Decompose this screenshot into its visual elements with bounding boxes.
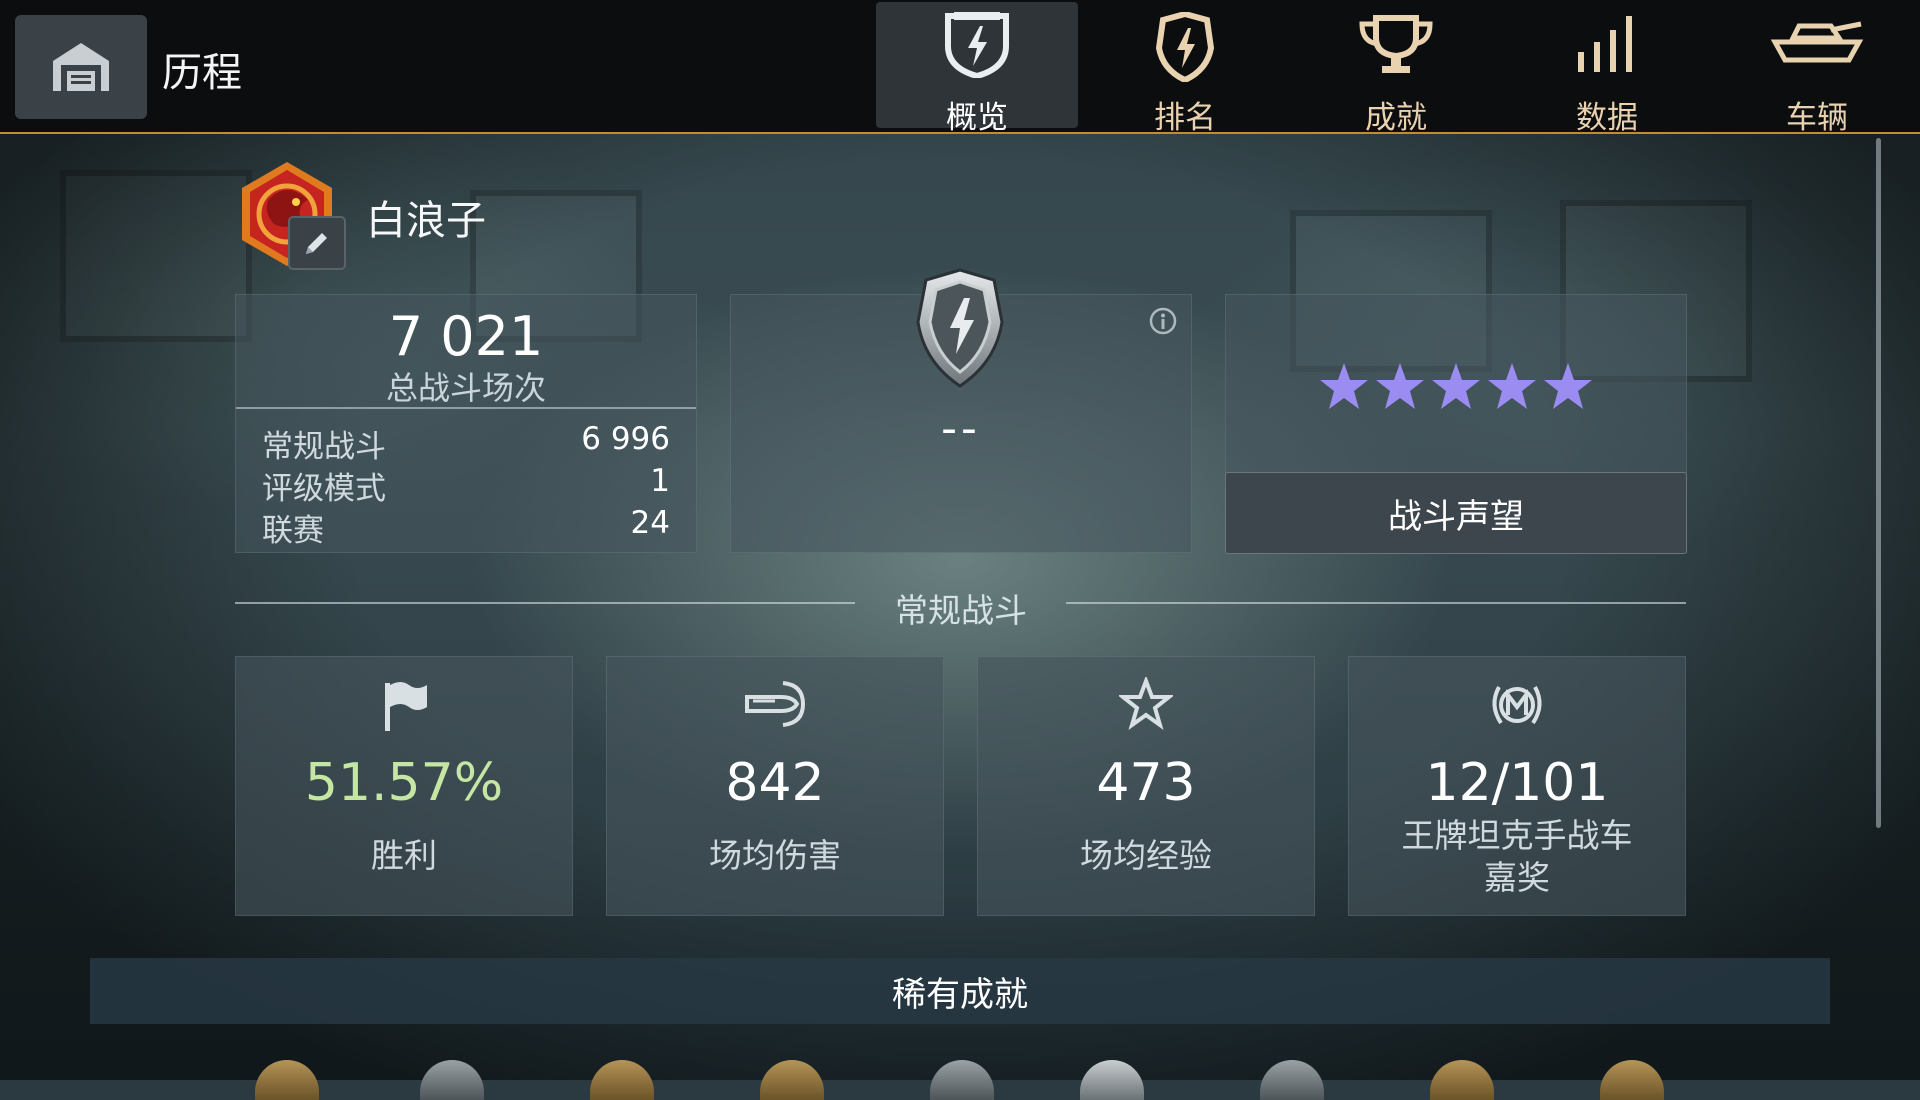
star-icon	[1488, 363, 1536, 409]
divider	[236, 407, 696, 409]
section-title-regular: 常规战斗	[895, 591, 1027, 630]
scrollbar[interactable]	[1876, 138, 1881, 828]
trophy-icon	[1359, 15, 1433, 73]
tank-icon	[1770, 21, 1864, 63]
star-icon	[1320, 363, 1368, 409]
garage-icon	[53, 43, 109, 91]
battle-reputation-button[interactable]: 战斗声望	[1225, 472, 1687, 554]
divider	[1066, 602, 1686, 604]
winrate-value: 51.57%	[304, 753, 504, 813]
total-battles-panel: 7 021 总战斗场次 常规战斗 6 996 评级模式 1 联赛 24	[235, 294, 697, 553]
shield-bolt-icon	[945, 12, 1009, 78]
top-bar: 历程 概览 排名 成就 数据 车辆	[0, 0, 1920, 136]
tab-vehicles[interactable]: 车辆	[1716, 2, 1918, 136]
stat-card-winrate[interactable]: 51.57% 胜利	[235, 656, 573, 916]
mastery-badge-icon	[1492, 686, 1542, 725]
winrate-label: 胜利	[371, 836, 437, 875]
star-icon	[1544, 363, 1592, 409]
battle-type-row: 评级模式 1	[262, 463, 670, 507]
mastery-label: 王牌坦克手战车 嘉奖	[1401, 816, 1633, 897]
damage-shell-icon	[745, 681, 806, 727]
avg-experience-value: 473	[1096, 753, 1196, 813]
mastery-value: 12/101	[1425, 753, 1609, 813]
player-name: 白浪子	[366, 198, 486, 244]
tab-overview[interactable]: 概览	[876, 2, 1078, 136]
star-outline-icon	[1119, 677, 1173, 730]
bar-chart-icon	[1578, 16, 1632, 72]
rating-value: --	[941, 403, 981, 454]
info-icon[interactable]	[1149, 307, 1177, 335]
edit-avatar-button[interactable]	[288, 216, 346, 270]
tab-achievements[interactable]: 成就	[1295, 2, 1497, 136]
avg-damage-value: 842	[725, 753, 825, 813]
total-battles-value: 7 021	[388, 305, 544, 368]
home-button[interactable]	[15, 15, 147, 119]
star-icon	[1432, 363, 1480, 409]
reputation-stars	[1226, 361, 1686, 413]
flag-icon	[385, 682, 427, 731]
pencil-icon	[306, 233, 327, 254]
page-title: 历程	[162, 50, 242, 96]
total-battles-label: 总战斗场次	[385, 369, 546, 407]
stat-card-avg-experience[interactable]: 473 场均经验	[977, 656, 1315, 916]
tab-rank[interactable]: 排名	[1084, 2, 1286, 136]
avg-experience-label: 场均经验	[1080, 836, 1212, 875]
battle-type-row: 联赛 24	[262, 505, 670, 549]
divider	[235, 602, 855, 604]
avg-damage-label: 场均伤害	[709, 836, 841, 875]
rank-badge-icon	[1155, 12, 1215, 82]
battle-type-row: 常规战斗 6 996	[262, 421, 670, 465]
tab-statistics[interactable]: 数据	[1506, 2, 1708, 136]
rare-achievements-header: 稀有成就	[90, 958, 1830, 1024]
star-icon	[1376, 363, 1424, 409]
rating-shield-icon	[916, 268, 1004, 388]
stat-card-avg-damage[interactable]: 842 场均伤害	[606, 656, 944, 916]
stat-card-mastery[interactable]: 12/101 王牌坦克手战车 嘉奖	[1348, 656, 1686, 916]
